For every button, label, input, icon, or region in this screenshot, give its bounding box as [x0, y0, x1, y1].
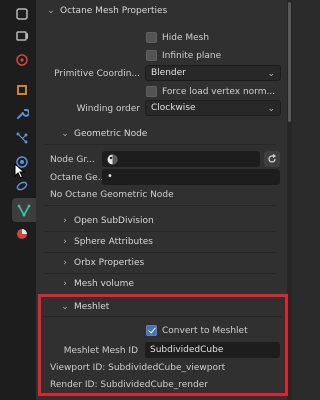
chevron-right-icon: › [63, 279, 67, 289]
node-graph-field[interactable] [102, 151, 260, 167]
meshlet-header[interactable]: ⌄ Meshlet [60, 302, 109, 312]
force-load-vertex-normals-label: Force load vertex norm... [162, 87, 276, 97]
geometric-node-title: Geometric Node [74, 129, 148, 139]
geometric-node-header[interactable]: ⌄ Geometric Node [60, 129, 147, 139]
hide-mesh-checkbox[interactable] [146, 32, 157, 43]
open-subdivision-title: Open SubDivision [74, 216, 154, 226]
convert-to-meshlet-label: Convert to Meshlet [162, 326, 248, 336]
open-subdivision-header[interactable]: › Open SubDivision [60, 216, 154, 226]
chevron-down-icon: ⌄ [61, 129, 69, 139]
scrollbar-thumb[interactable] [288, 2, 291, 122]
chevron-right-icon: › [63, 216, 67, 226]
chevron-down-icon: ⌄ [267, 104, 275, 114]
particles-icon [16, 132, 28, 144]
constraints-icon [16, 181, 28, 191]
mesh-data-icon [17, 204, 31, 217]
mesh-volume-header[interactable]: › Mesh volume [60, 279, 134, 289]
convert-to-meshlet-checkbox[interactable] [146, 325, 157, 336]
chevron-right-icon: › [63, 237, 67, 247]
tool-icon [16, 8, 28, 20]
primitive-coordinate-label: Primitive Coordin... [54, 69, 140, 79]
material-tab[interactable] [10, 222, 34, 246]
meshlet-mesh-id-label: Meshlet Mesh ID [63, 346, 138, 356]
tool-tab[interactable] [10, 2, 34, 26]
scene-tab[interactable] [10, 48, 34, 72]
node-graph-label: Node Gr... [50, 155, 95, 165]
orbx-properties-header[interactable]: › Orbx Properties [60, 258, 144, 268]
refresh-icon [268, 154, 276, 163]
winding-order-value: Clockwise [151, 103, 196, 113]
geometric-node-status: No Octane Geometric Node [50, 190, 174, 200]
octane-mesh-properties-header[interactable]: ⌄ Octane Mesh Properties [46, 6, 167, 16]
winding-order-dropdown[interactable]: Clockwise ⌄ [145, 100, 281, 116]
primitive-coordinate-dropdown[interactable]: Blender ⌄ [145, 65, 281, 81]
chevron-down-icon: ⌄ [267, 69, 275, 79]
chevron-down-icon: ⌄ [61, 302, 69, 312]
dot-icon: • [107, 171, 113, 182]
infinite-plane-label: Infinite plane [162, 51, 222, 61]
render-id-text: Render ID: SubdividedCube_render [50, 380, 208, 390]
wrench-icon [17, 108, 29, 119]
object-icon [17, 85, 27, 95]
particles-tab[interactable] [10, 126, 34, 150]
mouse-cursor-icon [14, 163, 26, 179]
octane-geometric-label: Octane Ge... [50, 173, 107, 183]
divider [44, 144, 276, 145]
force-load-vertex-normals-checkbox[interactable] [146, 86, 157, 97]
render-tab[interactable] [10, 24, 34, 48]
chevron-right-icon: › [63, 258, 67, 268]
divider [44, 252, 276, 253]
orbx-properties-title: Orbx Properties [74, 258, 145, 268]
object-tab[interactable] [10, 78, 34, 102]
chevron-down-icon: ⌄ [47, 6, 55, 16]
octane-mesh-properties-title: Octane Mesh Properties [60, 6, 168, 16]
sphere-attributes-header[interactable]: › Sphere Attributes [60, 237, 153, 247]
modifier-tab[interactable] [10, 102, 34, 126]
data-tab[interactable] [12, 198, 36, 222]
refresh-button[interactable] [264, 151, 280, 167]
properties-tab-strip [0, 0, 36, 400]
meshlet-mesh-id-value: SubdividedCube [150, 345, 224, 355]
meshlet-mesh-id-field[interactable]: SubdividedCube [145, 342, 280, 358]
infinite-plane-checkbox[interactable] [146, 50, 157, 61]
render-icon [16, 31, 28, 41]
divider [42, 316, 282, 317]
divider [44, 205, 276, 206]
winding-order-label: Winding order [76, 104, 140, 114]
sphere-attributes-title: Sphere Attributes [74, 237, 153, 247]
viewport-id-text: Viewport ID: SubdividedCube_viewport [50, 363, 226, 373]
scene-icon [16, 54, 28, 66]
meshlet-title: Meshlet [74, 302, 110, 312]
node-tree-icon [107, 154, 118, 164]
octane-geometric-field[interactable]: • [102, 169, 280, 185]
primitive-coordinate-value: Blender [151, 68, 186, 78]
material-icon [17, 229, 27, 239]
divider [44, 231, 276, 232]
mesh-volume-title: Mesh volume [74, 279, 134, 289]
divider [44, 273, 276, 274]
hide-mesh-label: Hide Mesh [162, 33, 210, 43]
